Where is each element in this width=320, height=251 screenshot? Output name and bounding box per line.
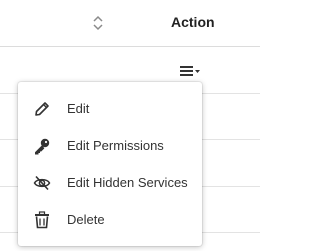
pencil-icon [33,100,51,118]
menu-item-label: Edit Hidden Services [67,175,188,190]
row-actions-dropdown: Edit Edit Permissions Edit Hidden Servic… [18,82,202,246]
eye-slash-icon [33,174,51,192]
menu-item-delete[interactable]: Delete [18,201,202,238]
action-column-header: Action [171,14,215,30]
row-actions-menu-button[interactable] [178,62,204,80]
menu-item-edit[interactable]: Edit [18,90,202,127]
menu-item-edit-permissions[interactable]: Edit Permissions [18,127,202,164]
trash-icon [33,210,51,229]
menu-item-edit-hidden-services[interactable]: Edit Hidden Services [18,164,202,201]
key-icon [33,137,51,155]
menu-item-label: Edit Permissions [67,138,164,153]
table-header-row: Action [0,0,260,47]
menu-item-label: Edit [67,101,90,116]
sort-icon[interactable] [91,14,105,32]
menu-item-label: Delete [67,212,105,227]
